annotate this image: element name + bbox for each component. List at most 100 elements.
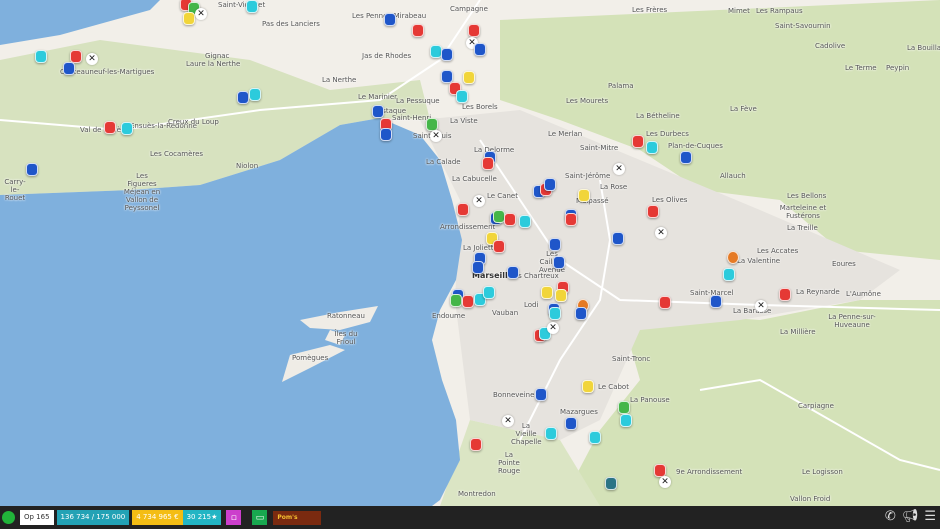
police-marker[interactable]	[565, 417, 577, 430]
police-marker[interactable]	[441, 48, 453, 61]
fire-marker[interactable]	[457, 203, 469, 216]
police-marker[interactable]	[63, 62, 75, 75]
police-marker[interactable]	[553, 256, 565, 269]
fire-marker[interactable]	[104, 121, 116, 134]
megaphone-icon[interactable]: 📢︎	[902, 509, 919, 525]
green-marker[interactable]	[450, 294, 462, 307]
ambulance-marker[interactable]	[545, 427, 557, 440]
place-label: La Vieille Chapelle	[511, 422, 542, 446]
fire-marker[interactable]	[659, 296, 671, 309]
place-label: La Pointe Rouge	[497, 451, 521, 475]
place-label: Ratonneau	[327, 312, 365, 320]
place-label: Cadolive	[815, 42, 846, 50]
money-display[interactable]: 4 734 965 €	[132, 510, 183, 525]
ambulance-marker[interactable]	[620, 414, 632, 427]
ambulance-marker[interactable]	[589, 431, 601, 444]
fire-marker[interactable]	[470, 438, 482, 451]
fire-marker[interactable]	[468, 24, 480, 37]
place-label: Saint-Mitre	[580, 144, 619, 152]
star-icon: ★	[211, 513, 218, 521]
place-label: Palama	[608, 82, 634, 90]
gift-icon[interactable]: ▫	[226, 510, 242, 525]
place-label: Vauban	[492, 309, 519, 317]
orange-marker[interactable]	[727, 251, 739, 264]
place-label: Peypin	[886, 64, 910, 72]
yellow-marker[interactable]	[555, 289, 567, 302]
place-label: Saint-Jérôme	[565, 172, 611, 180]
place-label: La Panouse	[630, 396, 670, 404]
ambulance-marker[interactable]	[483, 286, 495, 299]
fire-marker[interactable]	[482, 157, 494, 170]
tool-icon[interactable]: ✕	[86, 53, 98, 65]
ambulance-marker[interactable]	[549, 307, 561, 320]
police-marker[interactable]	[507, 266, 519, 279]
ambulance-marker[interactable]	[121, 122, 133, 135]
police-marker[interactable]	[680, 151, 692, 164]
police-marker[interactable]	[544, 178, 556, 191]
place-label: Le Cabot	[598, 383, 629, 391]
ambulance-marker[interactable]	[249, 88, 261, 101]
place-label: La Nerthe	[322, 76, 357, 84]
fire-marker[interactable]	[647, 205, 659, 218]
tool-icon[interactable]: ✕	[473, 195, 485, 207]
map[interactable]: Saint-Victoret Pas des Lanciers Les Penn…	[0, 0, 940, 506]
place-label: Les Frères	[632, 6, 668, 14]
menu-icon[interactable]: ☰	[924, 509, 936, 525]
phone-icon[interactable]: ✆	[885, 509, 896, 525]
teal-marker[interactable]	[605, 477, 617, 490]
police-marker[interactable]	[384, 13, 396, 26]
tool-icon[interactable]: ✕	[613, 163, 625, 175]
police-marker[interactable]	[474, 43, 486, 56]
fire-marker[interactable]	[70, 50, 82, 63]
police-marker[interactable]	[535, 388, 547, 401]
yellow-marker[interactable]	[541, 286, 553, 299]
police-marker[interactable]	[472, 261, 484, 274]
ambulance-marker[interactable]	[35, 50, 47, 63]
tool-icon[interactable]: ✕	[659, 476, 671, 488]
place-label: Les Durbecs	[646, 130, 689, 138]
ambulance-marker[interactable]	[646, 141, 658, 154]
tool-icon[interactable]: ✕	[430, 130, 442, 142]
status-indicator[interactable]	[2, 511, 15, 524]
ambulance-marker[interactable]	[246, 0, 258, 13]
tool-icon[interactable]: ✕	[195, 8, 207, 20]
ambulance-marker[interactable]	[723, 268, 735, 281]
place-label: Pomègues	[292, 354, 329, 362]
fire-marker[interactable]	[493, 240, 505, 253]
game-logo[interactable]: Pom's Opérateur	[273, 510, 322, 525]
police-marker[interactable]	[380, 128, 392, 141]
tool-icon[interactable]: ✕	[547, 322, 559, 334]
tool-icon[interactable]: ✕	[655, 227, 667, 239]
ambulance-marker[interactable]	[519, 215, 531, 228]
fire-marker[interactable]	[412, 24, 424, 37]
place-label: Bonneveine	[493, 391, 535, 399]
green-marker[interactable]	[618, 401, 630, 414]
place-label: La Reynarde	[796, 288, 840, 296]
police-marker[interactable]	[612, 232, 624, 245]
fire-marker[interactable]	[565, 213, 577, 226]
police-marker[interactable]	[372, 105, 384, 118]
credits-display[interactable]: 136 734 / 175 000	[56, 510, 130, 525]
police-marker[interactable]	[26, 163, 38, 176]
stars-display[interactable]: 30 215★	[182, 510, 222, 525]
police-marker[interactable]	[549, 238, 561, 251]
ambulance-marker[interactable]	[456, 90, 468, 103]
wallet-icon[interactable]: ▭	[252, 510, 268, 525]
police-marker[interactable]	[237, 91, 249, 104]
tool-icon[interactable]: ✕	[502, 415, 514, 427]
fire-marker[interactable]	[779, 288, 791, 301]
police-marker[interactable]	[441, 70, 453, 83]
yellow-marker[interactable]	[578, 189, 590, 202]
yellow-marker[interactable]	[183, 12, 195, 25]
tool-icon[interactable]: ✕	[755, 300, 767, 312]
fire-marker[interactable]	[462, 295, 474, 308]
police-marker[interactable]	[575, 307, 587, 320]
yellow-marker[interactable]	[582, 380, 594, 393]
police-marker[interactable]	[710, 295, 722, 308]
place-label: Saint-Tronc	[612, 355, 651, 363]
fire-marker[interactable]	[504, 213, 516, 226]
place-label: Niolon	[236, 162, 259, 170]
place-label: La Viste	[450, 117, 478, 125]
yellow-marker[interactable]	[463, 71, 475, 84]
fire-marker[interactable]	[632, 135, 644, 148]
